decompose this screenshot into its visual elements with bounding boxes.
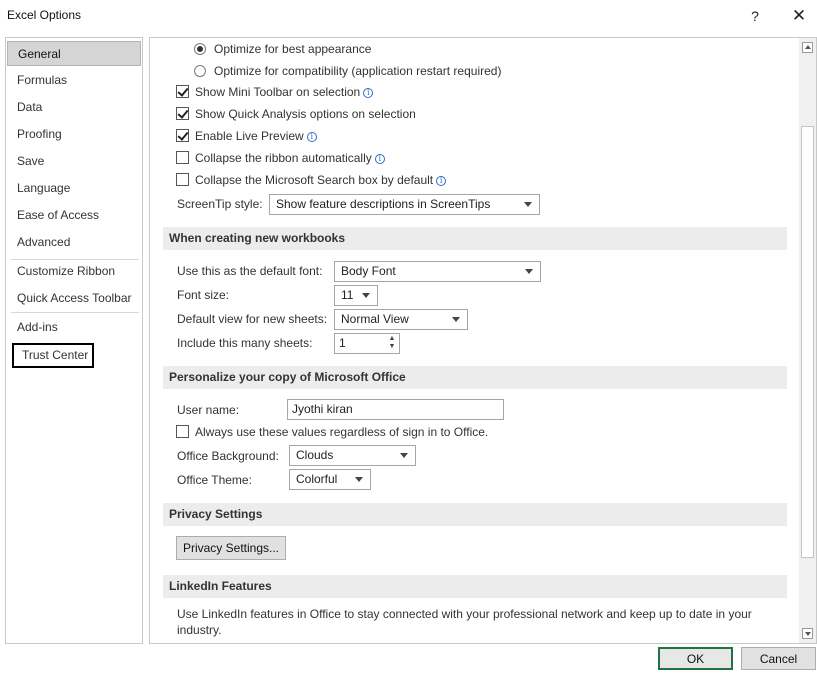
sidebar-divider: [11, 312, 139, 313]
checkbox-quick-analysis[interactable]: Show Quick Analysis options on selection: [176, 104, 416, 124]
sidebar-item-formulas[interactable]: Formulas: [7, 68, 141, 93]
office-background-value: Clouds: [296, 448, 334, 462]
sidebar-item-customize-ribbon[interactable]: Customize Ribbon: [7, 259, 141, 284]
info-icon[interactable]: i: [363, 88, 374, 98]
office-theme-label: Office Theme:: [177, 473, 252, 487]
linkedin-description-line2: industry.: [177, 623, 222, 637]
spinner-arrows-icon[interactable]: ▲ ▼: [386, 335, 398, 352]
default-view-value: Normal View: [341, 312, 409, 326]
checkbox-unchecked-icon[interactable]: [176, 425, 189, 438]
window-title: Excel Options: [7, 8, 82, 22]
section-header-privacy: Privacy Settings: [163, 503, 787, 526]
default-font-dropdown[interactable]: Body Font: [334, 261, 541, 282]
sidebar-item-proofing[interactable]: Proofing: [7, 122, 141, 147]
checkbox-checked-icon[interactable]: [176, 129, 189, 142]
info-icon[interactable]: i: [436, 176, 447, 186]
default-view-label: Default view for new sheets:: [177, 312, 328, 326]
sidebar-item-trust-center[interactable]: Trust Center: [12, 343, 94, 368]
title-bar: Excel Options ? ✕: [0, 0, 817, 32]
font-size-value: 11: [341, 288, 354, 302]
scroll-thumb[interactable]: [801, 126, 814, 558]
section-header-linkedin: LinkedIn Features: [163, 575, 787, 598]
screentip-style-dropdown[interactable]: Show feature descriptions in ScreenTips: [269, 194, 540, 215]
office-theme-dropdown[interactable]: Colorful: [289, 469, 371, 490]
chevron-down-icon: [524, 202, 532, 207]
default-font-label: Use this as the default font:: [177, 264, 323, 278]
office-theme-value: Colorful: [296, 472, 338, 486]
sidebar-item-quick-access-toolbar[interactable]: Quick Access Toolbar: [7, 286, 141, 311]
help-button[interactable]: ?: [742, 4, 768, 28]
close-icon[interactable]: ✕: [786, 4, 812, 28]
scroll-down-icon[interactable]: [802, 628, 813, 639]
options-content-pane: Optimize for best appearance Optimize fo…: [149, 37, 817, 644]
mini-toolbar-label: Show Mini Toolbar on selection: [195, 85, 361, 99]
default-view-dropdown[interactable]: Normal View: [334, 309, 468, 330]
sheet-count-value: 1: [339, 336, 346, 350]
sidebar-item-data[interactable]: Data: [7, 95, 141, 120]
sidebar-item-general[interactable]: General: [7, 41, 141, 66]
privacy-settings-button[interactable]: Privacy Settings...: [176, 536, 286, 560]
info-icon[interactable]: i: [306, 132, 317, 142]
checkbox-unchecked-icon[interactable]: [176, 151, 189, 164]
options-sidebar: General Formulas Data Proofing Save Lang…: [5, 37, 143, 644]
user-name-field[interactable]: Jyothi kiran: [287, 399, 504, 420]
screentip-style-label: ScreenTip style:: [177, 197, 263, 211]
sidebar-item-language[interactable]: Language: [7, 176, 141, 201]
checkbox-checked-icon[interactable]: [176, 85, 189, 98]
font-size-dropdown[interactable]: 11: [334, 285, 378, 306]
ok-button[interactable]: OK: [658, 647, 733, 670]
chevron-down-icon: [452, 317, 460, 322]
default-font-value: Body Font: [341, 264, 396, 278]
info-icon[interactable]: i: [374, 154, 385, 164]
sheet-count-stepper[interactable]: 1 ▲ ▼: [334, 333, 400, 354]
radio-compatibility-label: Optimize for compatibility (application …: [214, 64, 502, 78]
checkbox-always-use[interactable]: Always use these values regardless of si…: [176, 422, 488, 442]
radio-compatibility[interactable]: Optimize for compatibility (application …: [194, 61, 501, 81]
checkbox-mini-toolbar[interactable]: Show Mini Toolbar on selection i: [176, 82, 374, 102]
section-header-personalize: Personalize your copy of Microsoft Offic…: [163, 366, 787, 389]
collapse-ribbon-label: Collapse the ribbon automatically: [195, 151, 372, 165]
user-name-value: Jyothi kiran: [292, 402, 353, 416]
sidebar-item-ease-of-access[interactable]: Ease of Access: [7, 203, 141, 228]
checkbox-collapse-ribbon[interactable]: Collapse the ribbon automatically i: [176, 148, 385, 168]
sidebar-item-save[interactable]: Save: [7, 149, 141, 174]
checkbox-unchecked-icon[interactable]: [176, 173, 189, 186]
chevron-down-icon: [362, 293, 370, 298]
checkbox-collapse-search[interactable]: Collapse the Microsoft Search box by def…: [176, 170, 447, 190]
screentip-style-value: Show feature descriptions in ScreenTips: [276, 197, 491, 211]
radio-best-appearance[interactable]: Optimize for best appearance: [194, 39, 371, 59]
radio-best-appearance-label: Optimize for best appearance: [214, 42, 372, 56]
chevron-down-icon: [355, 477, 363, 482]
chevron-down-icon: [525, 269, 533, 274]
office-background-label: Office Background:: [177, 449, 279, 463]
checkbox-live-preview[interactable]: Enable Live Preview i: [176, 126, 317, 146]
checkbox-checked-icon[interactable]: [176, 107, 189, 120]
cancel-button[interactable]: Cancel: [741, 647, 816, 670]
radio-unselected-icon[interactable]: [194, 65, 206, 77]
sidebar-item-advanced[interactable]: Advanced: [7, 230, 141, 255]
radio-selected-icon[interactable]: [194, 43, 206, 55]
content-scrollbar[interactable]: [799, 38, 816, 643]
font-size-label: Font size:: [177, 288, 230, 302]
sidebar-item-add-ins[interactable]: Add-ins: [7, 315, 141, 340]
scroll-up-icon[interactable]: [802, 42, 813, 53]
linkedin-description-line1: Use LinkedIn features in Office to stay …: [177, 607, 752, 621]
user-name-label: User name:: [177, 403, 240, 417]
office-background-dropdown[interactable]: Clouds: [289, 445, 416, 466]
chevron-down-icon: [400, 453, 408, 458]
sheet-count-label: Include this many sheets:: [177, 336, 313, 350]
live-preview-label: Enable Live Preview: [195, 129, 304, 143]
section-header-new-workbooks: When creating new workbooks: [163, 227, 787, 250]
always-use-label: Always use these values regardless of si…: [195, 425, 489, 439]
collapse-search-label: Collapse the Microsoft Search box by def…: [195, 173, 434, 187]
quick-analysis-label: Show Quick Analysis options on selection: [195, 107, 416, 121]
